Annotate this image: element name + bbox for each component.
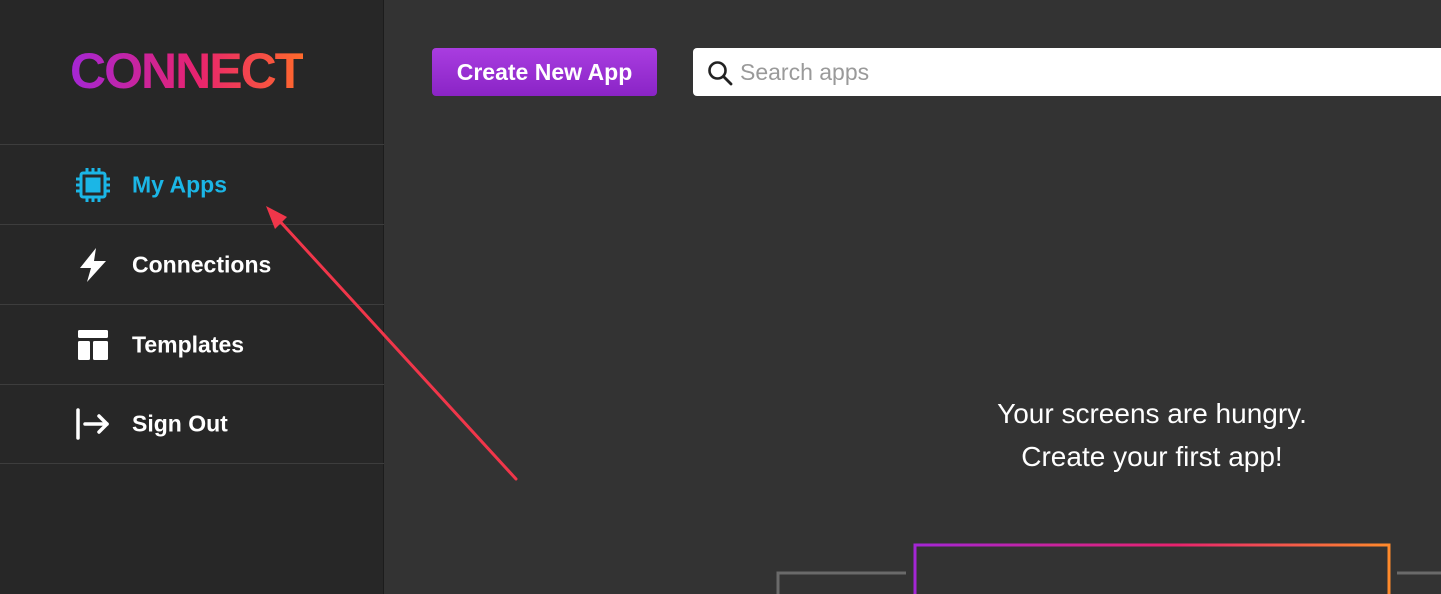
sidebar-item-label: Sign Out [132,410,228,437]
search-icon [707,60,733,86]
create-new-app-button[interactable]: Create New App [432,48,657,96]
search-input[interactable] [740,48,1440,96]
sidebar-nav: My Apps Connections Templates Sign Out [0,144,384,464]
app-window: CONNECT My Apps Connections Templates Si… [0,0,1441,594]
empty-state-illustration [776,543,1441,594]
sidebar-item-label: My Apps [132,171,227,197]
empty-state-line-1: Your screens are hungry. [997,398,1307,429]
sidebar-item-my-apps[interactable]: My Apps [0,144,384,224]
layout-icon [74,326,112,364]
lightning-icon [74,246,112,284]
sidebar-item-sign-out[interactable]: Sign Out [0,384,384,464]
chip-icon [74,166,112,204]
empty-state-message: Your screens are hungry. Create your fir… [904,392,1400,478]
search-bar[interactable] [693,48,1441,96]
sidebar-item-templates[interactable]: Templates [0,304,384,384]
sidebar: CONNECT My Apps Connections Templates Si… [0,0,384,594]
empty-state-line-2: Create your first app! [1021,441,1283,472]
sign-out-icon [74,405,112,443]
connect-logo[interactable]: CONNECT [70,46,305,96]
sidebar-item-label: Connections [132,251,272,277]
sidebar-item-connections[interactable]: Connections [0,224,384,304]
main-content: Create New App Your screens are hungry. … [384,0,1441,594]
sidebar-item-label: Templates [132,331,245,357]
